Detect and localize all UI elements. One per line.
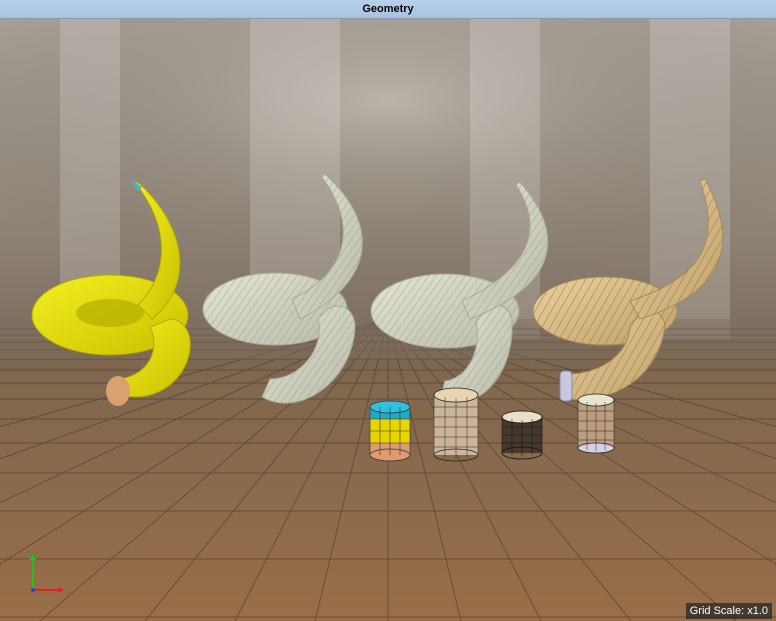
geometry-window: Geometry Grid Scale: x1.0 — [0, 0, 776, 621]
title-bar[interactable]: Geometry — [0, 0, 776, 19]
window-title: Geometry — [362, 3, 414, 15]
viewport-scene[interactable] — [0, 19, 776, 621]
cylinder-wire-1[interactable] — [433, 387, 479, 462]
cylinder-colored[interactable] — [369, 400, 411, 462]
cylinder-wire-3[interactable] — [577, 393, 615, 454]
cylinder-wire-2[interactable] — [501, 410, 543, 460]
3d-viewport[interactable]: Grid Scale: x1.0 — [0, 19, 776, 621]
grid-scale-readout: Grid Scale: x1.0 — [685, 603, 772, 619]
